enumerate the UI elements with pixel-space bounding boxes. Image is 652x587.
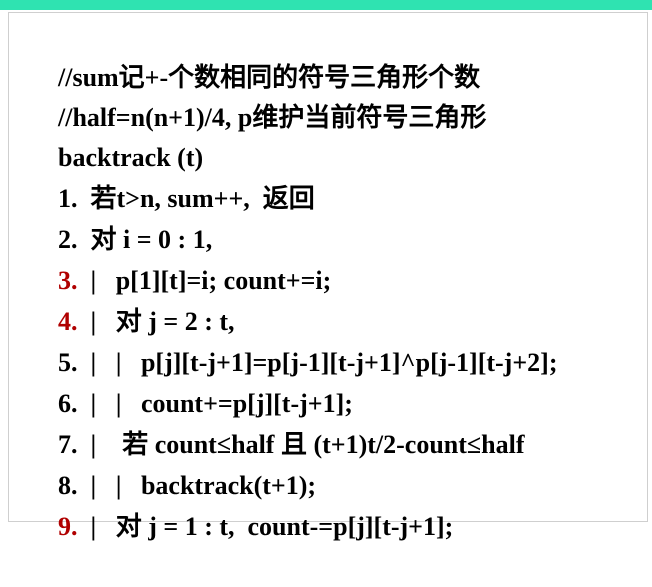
code-line-5: 5. | | p[j][t-j+1]=p[j-1][t-j+1]^p[j-1][… — [32, 303, 557, 377]
code-line-6: 6. | | count+=p[j][t-j+1]; — [32, 344, 353, 418]
comment-line-half: //half=n(n+1)/4, p维护当前符号三角形 — [32, 58, 486, 132]
code-line-3: 3. | p[1][t]=i; count+=i; — [32, 221, 331, 295]
code-line-2: 2. 对 i = 0 : 1, — [32, 180, 212, 254]
code-text: | 对 j = 1 : t, count-=p[j][t-j+1]; — [77, 512, 454, 541]
comment-line-sum: //sum记+-个数相同的符号三角形个数 — [32, 18, 480, 92]
top-accent-bar — [0, 0, 652, 10]
code-line-7: 7. | 若 count≤half 且 (t+1)t/2-count≤half — [32, 385, 525, 459]
code-line-1: 1. 若t>n, sum++, 返回 — [32, 139, 315, 213]
code-line-8: 8. | | backtrack(t+1); — [32, 426, 316, 500]
code-line-9: 9. | 对 j = 1 : t, count-=p[j][t-j+1]; — [32, 467, 453, 541]
code-line-4: 4. | 对 j = 2 : t, — [32, 262, 235, 336]
line-number: 9. — [58, 512, 78, 541]
function-signature: backtrack (t) — [32, 98, 203, 172]
